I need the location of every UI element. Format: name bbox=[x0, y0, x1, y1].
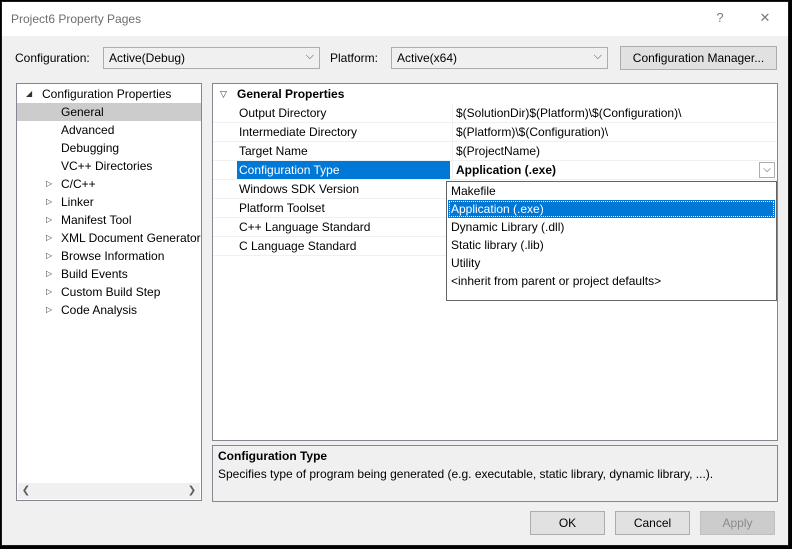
tree-node-label: General bbox=[61, 105, 104, 119]
dropdown-option[interactable]: Makefile bbox=[448, 182, 775, 200]
tree-node-xml-document-generator[interactable]: ▷ XML Document Generator bbox=[17, 229, 201, 247]
tree-node-label: Configuration Properties bbox=[42, 87, 172, 101]
window-title: Project6 Property Pages bbox=[11, 12, 142, 26]
tree-node-c-c[interactable]: ▷ C/C++ bbox=[17, 175, 201, 193]
platform-combo[interactable]: Active(x64) ⌵ bbox=[391, 47, 608, 69]
configuration-combo[interactable]: Active(Debug) ⌵ bbox=[103, 47, 320, 69]
tree-node-label: Build Events bbox=[61, 267, 128, 281]
property-value[interactable]: Application (.exe) bbox=[452, 161, 777, 180]
expand-collapsed-icon[interactable]: ▷ bbox=[46, 229, 52, 247]
description-title: Configuration Type bbox=[218, 449, 328, 463]
configuration-value: Active(Debug) bbox=[109, 51, 186, 65]
expand-collapsed-icon[interactable]: ▷ bbox=[46, 193, 52, 211]
title-bar: Project6 Property Pages ? ✕ bbox=[2, 2, 788, 36]
tree-node-build-events[interactable]: ▷ Build Events bbox=[17, 265, 201, 283]
expand-collapsed-icon[interactable]: ▷ bbox=[46, 247, 52, 265]
expand-collapsed-icon[interactable]: ▷ bbox=[46, 211, 52, 229]
property-value[interactable]: $(Platform)\$(Configuration)\ bbox=[452, 123, 777, 142]
apply-button[interactable]: Apply bbox=[700, 511, 775, 535]
tree-node-label: Manifest Tool bbox=[61, 213, 132, 227]
tree-node-browse-information[interactable]: ▷ Browse Information bbox=[17, 247, 201, 265]
expand-open-icon[interactable]: ◢ bbox=[26, 85, 32, 103]
description-text: Specifies type of program being generate… bbox=[218, 467, 714, 481]
collapse-icon[interactable]: ▽ bbox=[220, 85, 227, 104]
tree-node-label: Linker bbox=[61, 195, 94, 209]
tree-node-advanced[interactable]: Advanced bbox=[17, 121, 201, 139]
property-name: Platform Toolset bbox=[239, 201, 325, 215]
dropdown-option[interactable]: Application (.exe) bbox=[448, 200, 775, 218]
property-name: Configuration Type bbox=[237, 161, 450, 180]
property-name: Target Name bbox=[239, 144, 308, 158]
close-button[interactable]: ✕ bbox=[751, 6, 779, 30]
tree-node-label: VC++ Directories bbox=[61, 159, 153, 173]
configuration-manager-button[interactable]: Configuration Manager... bbox=[620, 46, 777, 70]
property-name: Windows SDK Version bbox=[239, 182, 360, 196]
tree-node-manifest-tool[interactable]: ▷ Manifest Tool bbox=[17, 211, 201, 229]
scroll-left-icon[interactable]: ❮ bbox=[18, 483, 34, 499]
tree-node-label: Code Analysis bbox=[61, 303, 138, 317]
property-pages-window: Project6 Property Pages ? ✕ Configuratio… bbox=[1, 1, 789, 546]
tree-node-vc-directories[interactable]: VC++ Directories bbox=[17, 157, 201, 175]
chevron-down-icon: ⌵ bbox=[305, 50, 314, 62]
scroll-right-icon[interactable]: ❯ bbox=[184, 483, 200, 499]
configuration-label: Configuration: bbox=[15, 51, 90, 65]
tree-horizontal-scrollbar[interactable]: ❮ ❯ bbox=[18, 483, 200, 499]
cancel-button[interactable]: Cancel bbox=[615, 511, 690, 535]
property-row[interactable]: Output Directory $(SolutionDir)$(Platform… bbox=[213, 104, 777, 123]
expand-collapsed-icon[interactable]: ▷ bbox=[46, 283, 52, 301]
dropdown-option[interactable]: Dynamic Library (.dll) bbox=[448, 218, 775, 236]
tree-node-code-analysis[interactable]: ▷ Code Analysis bbox=[17, 301, 201, 319]
property-name: Intermediate Directory bbox=[239, 125, 358, 139]
help-button[interactable]: ? bbox=[706, 6, 734, 30]
tree-node-label: Debugging bbox=[61, 141, 120, 155]
property-row[interactable]: Configuration Type Application (.exe) ⌵ bbox=[213, 161, 777, 180]
tree-node-label: Advanced bbox=[61, 123, 115, 137]
description-panel: Configuration Type Specifies type of pro… bbox=[212, 445, 778, 502]
tree-node-label: C/C++ bbox=[61, 177, 96, 191]
property-tree[interactable]: ◢ Configuration Properties General Advanced… bbox=[16, 83, 202, 501]
chevron-down-icon: ⌵ bbox=[593, 50, 602, 62]
property-row[interactable]: Target Name $(ProjectName) bbox=[213, 142, 777, 161]
tree-node-label: Custom Build Step bbox=[61, 285, 161, 299]
configuration-type-dropdown[interactable]: Makefile Application (.exe) Dynamic Librar… bbox=[446, 181, 777, 301]
ok-button[interactable]: OK bbox=[530, 511, 605, 535]
tree-node-label: Browse Information bbox=[61, 249, 165, 263]
tree-node-general[interactable]: General bbox=[17, 103, 201, 121]
property-name: C Language Standard bbox=[239, 239, 357, 253]
expand-collapsed-icon[interactable]: ▷ bbox=[46, 175, 52, 193]
dropdown-option[interactable]: <inherit from parent or project defaults… bbox=[448, 272, 775, 290]
tree-node-custom-build-step[interactable]: ▷ Custom Build Step bbox=[17, 283, 201, 301]
platform-label: Platform: bbox=[330, 51, 379, 65]
grid-section-title: General Properties bbox=[237, 87, 345, 101]
dropdown-option[interactable]: Static library (.lib) bbox=[448, 236, 775, 254]
tree-node-configuration-properties[interactable]: ◢ Configuration Properties bbox=[17, 85, 201, 103]
expand-collapsed-icon[interactable]: ▷ bbox=[46, 301, 52, 319]
platform-value: Active(x64) bbox=[397, 51, 458, 65]
dropdown-option[interactable]: Utility bbox=[448, 254, 775, 272]
property-name: C++ Language Standard bbox=[239, 220, 371, 234]
property-value[interactable]: $(SolutionDir)$(Platform)\$(Configuratio… bbox=[452, 104, 777, 123]
property-row[interactable]: Intermediate Directory $(Platform)\$(Conf… bbox=[213, 123, 777, 142]
property-value[interactable]: $(ProjectName) bbox=[452, 142, 777, 161]
tree-node-linker[interactable]: ▷ Linker bbox=[17, 193, 201, 211]
tree-node-label: XML Document Generator bbox=[61, 231, 201, 245]
expand-collapsed-icon[interactable]: ▷ bbox=[46, 265, 52, 283]
property-name: Output Directory bbox=[239, 106, 327, 120]
tree-node-debugging[interactable]: Debugging bbox=[17, 139, 201, 157]
grid-section-header[interactable]: ▽ General Properties bbox=[213, 85, 777, 104]
chevron-down-icon[interactable]: ⌵ bbox=[759, 162, 775, 178]
